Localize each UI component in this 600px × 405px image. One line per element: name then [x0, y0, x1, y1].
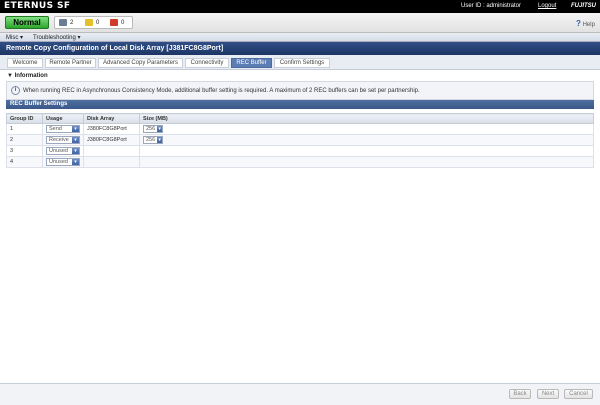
disk-array-cell: J380FC8G8Port	[83, 123, 140, 135]
column-group-id: Group ID	[6, 113, 43, 124]
information-text: When running REC in Asynchronous Consist…	[23, 88, 420, 94]
usage-select[interactable]: Unused ▾	[46, 147, 80, 155]
top-bar: ETERNUS SF User ID : administrator Logou…	[0, 0, 600, 13]
warning-count[interactable]: 0	[85, 19, 99, 26]
user-id-label: User ID : administrator	[461, 3, 522, 9]
step-rec-buffer[interactable]: REC Buffer	[231, 58, 272, 68]
table-row: 3 Unused ▾	[6, 145, 594, 157]
group-id-cell: 2	[6, 134, 43, 146]
status-bar: Normal 2 0 0 ? Help	[0, 13, 600, 33]
usage-select[interactable]: Unused ▾	[46, 158, 80, 166]
column-size: Size (MB)	[139, 113, 594, 124]
size-cell	[139, 156, 594, 168]
menu-troubleshooting[interactable]: Troubleshooting ▾	[33, 34, 80, 41]
table-row: 2 Receive ▾ J380FC8G8Port 256 ▾	[6, 134, 594, 146]
table-row: 1 Send ▾ J380FC8G8Port 256 ▾	[6, 123, 594, 135]
step-advanced-copy-parameters[interactable]: Advanced Copy Parameters	[98, 58, 183, 68]
rec-buffer-table: Group ID Usage Disk Array Size (MB) 1 Se…	[6, 113, 594, 168]
usage-select[interactable]: Send ▾	[46, 125, 80, 133]
step-welcome[interactable]: Welcome	[7, 58, 43, 68]
info-icon: i	[11, 86, 20, 95]
cancel-button[interactable]: Cancel	[564, 389, 593, 399]
disk-array-cell	[83, 145, 140, 157]
alert-counters: 2 0 0	[54, 16, 133, 29]
rec-buffer-settings-header: REC Buffer Settings	[6, 100, 594, 109]
size-cell	[139, 145, 594, 157]
system-status-button[interactable]: Normal	[5, 16, 49, 29]
back-button[interactable]: Back	[509, 389, 531, 399]
monitor-count[interactable]: 2	[59, 19, 73, 26]
information-box: i When running REC in Asynchronous Consi…	[6, 81, 594, 100]
menu-misc[interactable]: Misc ▾	[6, 34, 23, 41]
chevron-down-icon: ▾	[72, 126, 79, 132]
chevron-down-icon: ▾	[72, 159, 79, 165]
wizard-footer: Back Next Cancel	[0, 383, 600, 405]
column-disk-array: Disk Array	[83, 113, 140, 124]
group-id-cell: 1	[6, 123, 43, 135]
disk-array-cell	[83, 156, 140, 168]
step-remote-partner[interactable]: Remote Partner	[45, 58, 96, 68]
vendor-logo: FUJITSU	[571, 3, 597, 9]
monitor-icon	[59, 19, 67, 26]
column-usage: Usage	[42, 113, 84, 124]
group-id-cell: 3	[6, 145, 43, 157]
error-count[interactable]: 0	[110, 19, 124, 26]
error-icon	[110, 19, 118, 26]
page-title: Remote Copy Configuration of Local Disk …	[0, 42, 600, 55]
wizard-steps: Welcome Remote Partner Advanced Copy Par…	[0, 55, 600, 70]
chevron-down-icon: ▾	[72, 137, 79, 143]
table-header-row: Group ID Usage Disk Array Size (MB)	[6, 113, 594, 124]
size-select[interactable]: 256 ▾	[143, 136, 163, 144]
chevron-down-icon: ▾	[157, 126, 162, 132]
chevron-down-icon: ▾	[72, 148, 79, 154]
brand-logo: ETERNUS SF	[4, 1, 71, 11]
step-connectivity[interactable]: Connectivity	[185, 58, 229, 68]
help-link[interactable]: ? Help	[576, 19, 595, 28]
next-button[interactable]: Next	[537, 389, 559, 399]
logout-link[interactable]: Logout	[538, 3, 556, 9]
table-row: 4 Unused ▾	[6, 156, 594, 168]
information-toggle[interactable]: ▼ Information	[7, 73, 48, 79]
size-select[interactable]: 256 ▾	[143, 125, 163, 133]
disk-array-cell: J380FC8G8Port	[83, 134, 140, 146]
warning-icon	[85, 19, 93, 26]
menu-bar: Misc ▾ Troubleshooting ▾	[0, 33, 600, 42]
group-id-cell: 4	[6, 156, 43, 168]
help-icon: ?	[576, 19, 581, 28]
step-confirm-settings[interactable]: Confirm Settings	[274, 58, 330, 68]
chevron-down-icon: ▾	[157, 137, 162, 143]
usage-select[interactable]: Receive ▾	[46, 136, 80, 144]
